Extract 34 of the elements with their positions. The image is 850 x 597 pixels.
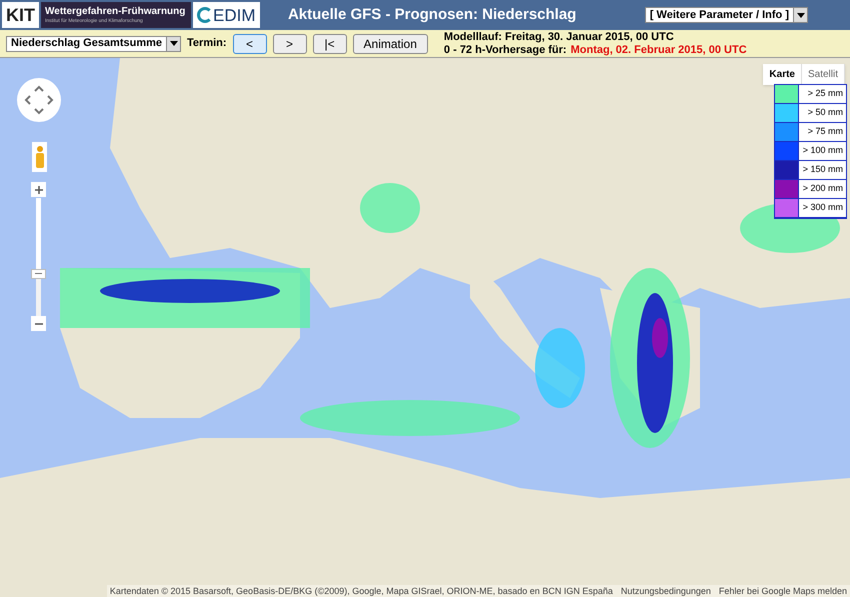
footer-link[interactable]: Nutzungsbedingungen (620, 585, 711, 597)
legend-label: > 300 mm (802, 201, 844, 214)
legend-label: > 200 mm (802, 182, 844, 196)
legend-label: > 150 mm (802, 163, 844, 176)
legend-label: > 100 mm (802, 144, 844, 158)
banner-title: Wettergefahren-Frühwarnung (45, 6, 186, 16)
nav-button[interactable]: < (232, 34, 267, 54)
attribution-text: Kartendaten © 2015 Basarsoft, GeoBasis-DE/BKG (©2009), Google, Mapa GISrael, ORION-ME, basado en BCN IGN España (110, 585, 613, 597)
select-value: Niederschlag Gesamtsumme (10, 36, 164, 52)
nav-button[interactable]: Animation (352, 34, 428, 54)
page-title: Aktuelle GFS - Prognosen: Niederschlag (288, 4, 576, 25)
nav-button[interactable]: |< (312, 34, 347, 54)
cedim-text: EDIM (213, 6, 256, 24)
footer-link[interactable]: Fehler bei Google Maps melden (718, 585, 847, 597)
model-run-text: Modelllauf: Freitag, 30. Januar 2015, 00 UTC (444, 30, 675, 44)
legend-label: > 75 mm (806, 125, 844, 138)
termin-label: Termin: (187, 36, 227, 52)
zoom-handle[interactable] (31, 268, 46, 279)
kit-logo: KIT (2, 2, 39, 28)
legend-label: > 50 mm (806, 106, 844, 120)
dropdown-icon (796, 12, 804, 18)
pan-arrows-icon (24, 85, 54, 115)
parameter-select[interactable]: Niederschlag Gesamtsumme (6, 36, 182, 52)
zoom-track[interactable] (36, 198, 41, 316)
parameter-menu[interactable]: [ Weitere Parameter / Info ] (644, 7, 808, 23)
forecast-label: 0 - 72 h-Vorhersage für: (444, 44, 567, 56)
zoom-out-button[interactable] (31, 316, 46, 331)
legend-label: > 25 mm (806, 87, 844, 100)
menu-label: [ Weitere Parameter / Info ] (648, 8, 790, 23)
dropdown-icon (170, 41, 178, 46)
zoom-in-button[interactable] (31, 182, 46, 197)
forecast-date: Montag, 02. Februar 2015, 00 UTC (570, 44, 747, 56)
nav-button[interactable]: > (272, 34, 307, 54)
plus-icon (34, 186, 42, 194)
